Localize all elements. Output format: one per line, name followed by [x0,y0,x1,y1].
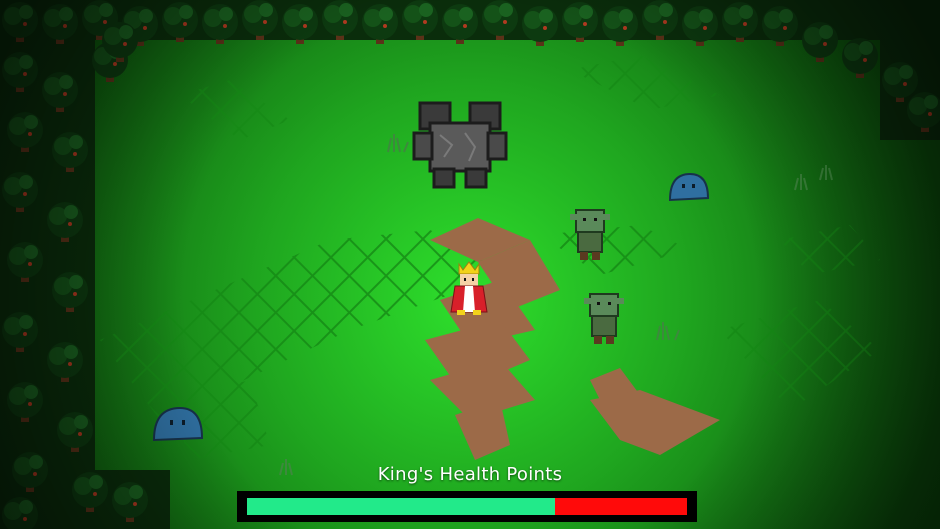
game-scene[interactable] [0,0,940,529]
health-title: King's Health Points [377,464,563,485]
health-bar-fill [247,498,555,515]
health-bar [237,491,697,522]
health-bar-track [247,498,687,515]
